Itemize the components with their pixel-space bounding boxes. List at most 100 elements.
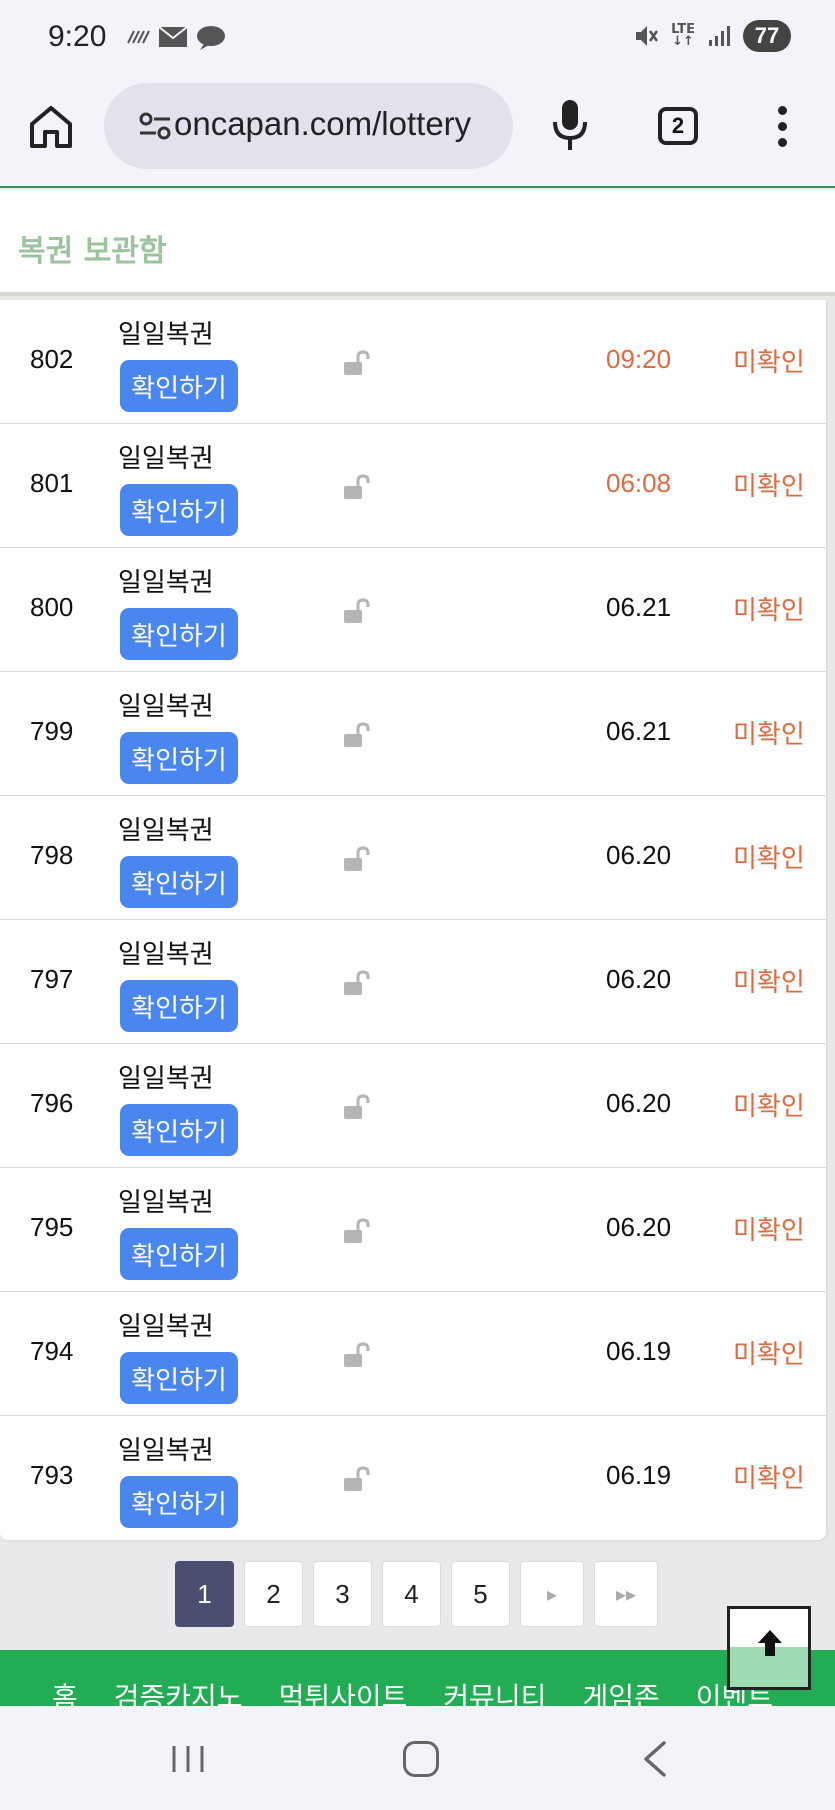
browser-toolbar: oncapan.com/lottery 2 — [0, 78, 835, 188]
nav-item-community[interactable]: 커뮤니티 — [443, 1676, 546, 1706]
row-date: 06.20 — [606, 840, 672, 870]
unlock-icon — [344, 1466, 370, 1491]
row-number: 799 — [30, 716, 74, 746]
more-menu-icon[interactable] — [772, 106, 792, 150]
row-number: 793 — [30, 1460, 74, 1490]
battery-indicator: 77 — [743, 20, 791, 52]
row-date: 06.20 — [606, 964, 672, 994]
address-bar[interactable]: oncapan.com/lottery — [104, 83, 513, 169]
row-number: 802 — [30, 344, 74, 374]
pagination: 1 2 3 4 5 ▸ ▸▸ — [175, 1561, 658, 1627]
row-date: 06.20 — [606, 1212, 672, 1242]
row-name: 일일복권 — [118, 692, 214, 722]
status-badge: 미확인 — [733, 720, 805, 750]
row-number: 797 — [30, 964, 74, 994]
row-name: 일일복권 — [118, 1064, 214, 1094]
table-row: 794 일일복권 확인하기 06.19 미확인 — [0, 1292, 826, 1416]
unlock-icon — [344, 598, 370, 623]
row-name: 일일복권 — [118, 320, 214, 350]
row-name: 일일복권 — [118, 816, 214, 846]
row-number: 801 — [30, 468, 74, 498]
status-badge: 미확인 — [733, 348, 805, 378]
row-date: 06.21 — [606, 592, 672, 622]
unlock-icon — [344, 1094, 370, 1119]
last-page-button[interactable]: ▸▸ — [594, 1561, 658, 1627]
unlock-icon — [344, 846, 370, 871]
recent-apps-icon[interactable] — [170, 1744, 206, 1774]
home-icon[interactable] — [28, 104, 74, 150]
next-page-button[interactable]: ▸ — [520, 1561, 584, 1627]
table-row: 798 일일복권 확인하기 06.20 미확인 — [0, 796, 826, 920]
table-row: 793 일일복권 확인하기 06.19 미확인 — [0, 1416, 826, 1540]
status-time: 9:20 — [48, 20, 107, 53]
status-right: LTE ↓↑ 77 — [633, 20, 791, 52]
nav-item-verified-casino[interactable]: 검증카지노 — [114, 1676, 243, 1706]
check-button[interactable]: 확인하기 — [120, 608, 238, 660]
status-badge: 미확인 — [733, 968, 805, 998]
nav-item-game-zone[interactable]: 게임존 — [582, 1676, 659, 1706]
row-date: 06.19 — [606, 1336, 672, 1366]
row-number: 798 — [30, 840, 74, 870]
row-name: 일일복권 — [118, 1188, 214, 1218]
signal-icon — [709, 26, 730, 46]
row-number: 796 — [30, 1088, 74, 1118]
notification-icons — [126, 24, 226, 50]
tab-switcher-button[interactable]: 2 — [658, 107, 698, 145]
row-name: 일일복권 — [118, 1312, 214, 1342]
check-button[interactable]: 확인하기 — [120, 484, 238, 536]
unlock-icon — [344, 350, 370, 375]
page-button-3[interactable]: 3 — [313, 1561, 372, 1627]
row-date: 09:20 — [606, 344, 672, 374]
nav-item-home[interactable]: 홈 — [52, 1676, 78, 1706]
check-button[interactable]: 확인하기 — [120, 1228, 238, 1280]
row-number: 794 — [30, 1336, 74, 1366]
table-row: 795 일일복권 확인하기 06.20 미확인 — [0, 1168, 826, 1292]
row-number: 795 — [30, 1212, 74, 1242]
microphone-icon[interactable] — [550, 98, 590, 152]
mail-icon — [158, 26, 188, 47]
status-badge: 미확인 — [733, 844, 805, 874]
check-button[interactable]: 확인하기 — [120, 1352, 238, 1404]
status-badge: 미확인 — [733, 1216, 805, 1246]
table-row: 801 일일복권 확인하기 06:08 미확인 — [0, 424, 826, 548]
status-badge: 미확인 — [733, 596, 805, 626]
check-button[interactable]: 확인하기 — [120, 1476, 238, 1528]
site-settings-icon[interactable] — [138, 111, 172, 141]
chat-icon — [197, 26, 225, 50]
lte-indicator: LTE ↓↑ — [671, 22, 695, 49]
table-row: 796 일일복권 확인하기 06.20 미확인 — [0, 1044, 826, 1168]
check-button[interactable]: 확인하기 — [120, 1104, 238, 1156]
row-name: 일일복권 — [118, 444, 214, 474]
unlock-icon — [344, 1342, 370, 1367]
status-badge: 미확인 — [733, 1092, 805, 1122]
table-row: 800 일일복권 확인하기 06.21 미확인 — [0, 548, 826, 672]
check-button[interactable]: 확인하기 — [120, 856, 238, 908]
android-nav-bar — [0, 1706, 835, 1810]
page-button-4[interactable]: 4 — [382, 1561, 441, 1627]
scroll-top-button[interactable] — [727, 1606, 811, 1690]
status-badge: 미확인 — [733, 472, 805, 502]
home-nav-icon[interactable] — [403, 1741, 439, 1777]
unlock-icon — [344, 1218, 370, 1243]
arrow-up-icon — [758, 1630, 782, 1656]
page-button-2[interactable]: 2 — [244, 1561, 303, 1627]
page-header: 복권 보관함 — [0, 190, 835, 296]
back-icon[interactable] — [640, 1740, 670, 1778]
row-date: 06.19 — [606, 1460, 672, 1490]
page-button-1[interactable]: 1 — [175, 1561, 234, 1627]
row-number: 800 — [30, 592, 74, 622]
bottom-nav: 홈 검증카지노 먹튀사이트 커뮤니티 게임존 이벤트 — [0, 1650, 835, 1706]
check-button[interactable]: 확인하기 — [120, 980, 238, 1032]
nav-item-scam-sites[interactable]: 먹튀사이트 — [279, 1676, 408, 1706]
row-date: 06.21 — [606, 716, 672, 746]
row-date: 06.20 — [606, 1088, 672, 1118]
status-bar: 9:20 LTE ↓↑ 77 — [0, 0, 835, 78]
check-button[interactable]: 확인하기 — [120, 732, 238, 784]
check-button[interactable]: 확인하기 — [120, 360, 238, 412]
row-date: 06:08 — [606, 468, 672, 498]
table-row: 799 일일복권 확인하기 06.21 미확인 — [0, 672, 826, 796]
page-button-5[interactable]: 5 — [451, 1561, 510, 1627]
row-name: 일일복권 — [118, 1436, 214, 1466]
url-text[interactable]: oncapan.com/lottery — [174, 105, 504, 143]
row-name: 일일복권 — [118, 568, 214, 598]
